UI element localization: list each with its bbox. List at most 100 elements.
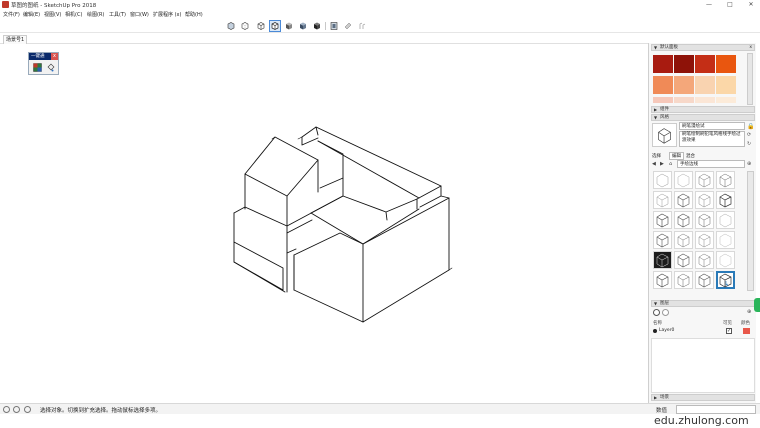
floating-toolbar[interactable]: 一键通 x [28,52,59,75]
menu-draw[interactable]: 绘图(R) [87,11,104,18]
style-thumbnail[interactable] [695,211,714,229]
material-swatch[interactable] [695,97,715,103]
monochrome-style-icon[interactable] [312,21,322,31]
close-icon[interactable]: x [749,45,752,51]
home-icon[interactable]: ⌂ [669,161,676,168]
paint-bucket-icon[interactable] [46,63,55,72]
style-thumbnail[interactable] [653,271,672,289]
layer-row[interactable]: Layer0 ✓ [653,328,750,336]
wireframe-style-icon[interactable] [256,21,266,31]
materials-tray-header[interactable]: ▼ 默认面板 x [651,44,755,51]
xray-style-icon[interactable] [226,21,236,31]
style-thumbnail[interactable] [695,231,714,249]
style-name-field[interactable]: 刷笔漫绘试 [679,122,745,130]
style-thumbnail-dark[interactable] [653,251,672,269]
floating-toolbar-close-button[interactable]: x [51,53,58,60]
style-thumbnail[interactable] [716,251,735,269]
style-thumbnail[interactable] [674,191,693,209]
close-button[interactable]: ✕ [744,0,758,9]
color-picker-icon[interactable] [33,63,42,72]
style-thumbnail[interactable] [695,251,714,269]
section-display-icon[interactable] [343,21,353,31]
maximize-button[interactable]: □ [723,0,737,9]
tab-mix[interactable]: 混合 [686,153,695,159]
measurements-input[interactable] [676,405,756,414]
active-layer-radio[interactable] [653,329,657,333]
style-thumbnail[interactable] [716,191,735,209]
style-thumbnail[interactable] [674,211,693,229]
lock-icon[interactable]: 🔒 [747,123,754,130]
components-tray-header[interactable]: ▶ 组件 [651,106,755,113]
layer-visible-checkbox[interactable]: ✓ [726,328,732,334]
material-swatch[interactable] [695,76,715,94]
side-green-tab[interactable] [754,298,760,312]
style-thumbnail[interactable] [695,191,714,209]
layers-column-name[interactable]: 名称 [653,320,662,326]
layers-tray-header[interactable]: ▼ 图层 [651,300,755,307]
add-layer-icon[interactable] [653,309,660,316]
remove-layer-icon[interactable] [662,309,669,316]
style-thumbnail[interactable] [716,211,735,229]
shaded-style-icon[interactable] [284,21,294,31]
style-thumbnail[interactable] [674,171,693,189]
material-swatch[interactable] [653,76,673,94]
user-icon[interactable] [24,406,31,413]
tab-edit[interactable]: 编辑 [669,152,684,160]
layer-details-icon[interactable]: ⊕ [747,309,754,316]
scene-tab-1[interactable]: 场景号1 [3,35,28,44]
update-style-icon[interactable]: ⟳ [747,132,754,139]
menu-file[interactable]: 文件(F) [3,11,20,18]
style-thumbnail-selected[interactable] [716,271,735,289]
style-thumbnail[interactable] [653,231,672,249]
material-swatch[interactable] [716,55,736,73]
back-arrow-icon[interactable]: ◀ [652,161,659,168]
materials-scrollbar[interactable] [747,53,753,105]
back-edges-style-icon[interactable] [240,21,250,31]
material-swatch[interactable] [716,97,736,103]
scenes-tray-header[interactable]: ▶ 场景 [651,394,755,401]
style-thumbnail[interactable] [716,171,735,189]
section-cut-icon[interactable] [357,21,367,31]
layer-color-swatch[interactable] [743,328,750,334]
forward-arrow-icon[interactable]: ▶ [660,161,667,168]
style-collection-dropdown[interactable]: 手绘边线 [677,160,745,168]
style-thumbnail[interactable] [695,271,714,289]
style-thumbnail[interactable] [674,231,693,249]
material-swatch[interactable] [653,55,673,73]
details-menu-icon[interactable]: ⊕ [747,161,754,168]
material-swatch[interactable] [716,76,736,94]
section-plane-icon[interactable] [329,21,339,31]
menu-help[interactable]: 帮助(H) [185,11,203,18]
style-thumbnail[interactable] [695,171,714,189]
tab-select[interactable]: 选择 [652,153,661,159]
minimize-button[interactable]: — [702,0,716,9]
styles-scrollbar[interactable] [747,171,754,291]
style-thumbnail[interactable] [653,171,672,189]
credits-icon[interactable] [13,406,20,413]
material-swatch[interactable] [674,76,694,94]
style-thumbnail[interactable] [653,191,672,209]
refresh-icon[interactable]: ↻ [747,141,754,148]
menu-edit[interactable]: 编辑(E) [23,11,40,18]
menu-camera[interactable]: 相机(C) [65,11,82,18]
material-swatch[interactable] [695,55,715,73]
geolocation-icon[interactable] [3,406,10,413]
style-description-field[interactable]: 刷笔绘制刷铅笔风格线手绘过渡效果 [679,131,745,147]
material-swatch[interactable] [674,55,694,73]
style-thumbnail[interactable] [674,251,693,269]
style-thumbnail[interactable] [653,211,672,229]
styles-tray-header[interactable]: ▼ 风格 [651,114,755,121]
menu-extensions[interactable]: 扩展程序 (x) [153,11,181,18]
style-thumbnail[interactable] [716,231,735,249]
menu-window[interactable]: 窗口(W) [130,11,149,18]
layers-column-visible[interactable]: 可见 [723,320,732,326]
style-thumbnail[interactable] [674,271,693,289]
floating-toolbar-header[interactable]: 一键通 x [29,53,58,60]
hidden-line-style-icon[interactable] [269,20,281,32]
drawing-canvas[interactable] [0,45,648,402]
menu-view[interactable]: 视图(V) [44,11,61,18]
material-swatch[interactable] [674,97,694,103]
menu-tools[interactable]: 工具(T) [109,11,126,18]
layers-column-color[interactable]: 颜色 [741,320,750,326]
material-swatch[interactable] [653,97,673,103]
